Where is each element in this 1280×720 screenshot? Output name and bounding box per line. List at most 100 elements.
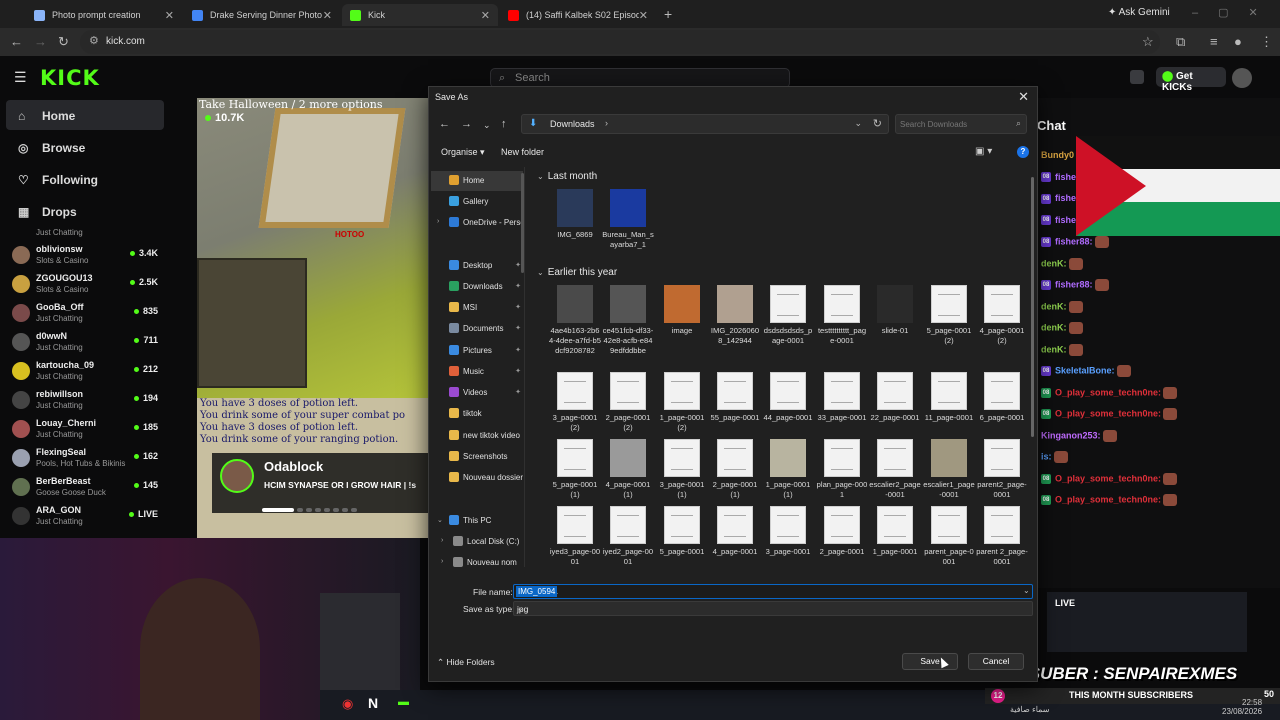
nav-pane-item[interactable]: tiktok [431,404,523,424]
file-name-dropdown-icon[interactable]: ⌄ [1023,586,1030,595]
file-item[interactable]: parent2_page-0001 [976,439,1028,509]
chat-username[interactable]: Kinganon253: [1041,430,1101,440]
dialog-close-icon[interactable]: ✕ [1018,89,1029,105]
user-avatar[interactable] [1232,68,1252,88]
nav-pane-item[interactable]: Gallery [431,192,523,212]
promo-carousel-dots[interactable] [262,501,382,512]
sidebar-item-browse[interactable]: ◎ Browse [6,132,164,162]
search-downloads-box[interactable]: ⌕ [895,114,1027,134]
app-terminal-icon[interactable]: ▬ [398,696,409,708]
chat-message[interactable]: denK: [1041,300,1083,313]
nav-pane-item[interactable]: Screenshots [431,447,523,467]
file-item[interactable]: 44_page-0001 [762,372,814,442]
chat-message[interactable]: denK: [1041,257,1083,270]
file-item[interactable]: iyed2_page-0001 [602,506,654,575]
app-icon[interactable]: ◉ [342,696,353,712]
file-name-input[interactable] [513,584,1033,599]
omnibox[interactable]: ⚙ kick.com [80,30,1160,54]
file-item[interactable]: 5_page-0001 (2) [923,285,975,355]
file-item[interactable]: IMG_20260608_142944 [709,285,761,355]
chat-message[interactable]: 08 fishe [1041,215,1076,226]
tab-close-icon[interactable]: ✕ [323,9,332,22]
file-item[interactable]: 2_page-0001 [816,506,868,575]
file-item[interactable]: 11_page-0001 [923,372,975,442]
tab-search-icon[interactable]: ≡ [1210,34,1218,49]
expand-chevron-icon[interactable]: › [437,218,439,225]
save-as-type-select[interactable]: jpg ⌄ [513,601,1033,616]
nav-pane-item[interactable]: Videos ✦ [431,383,523,403]
chat-message[interactable]: 08 fishe [1041,193,1076,204]
channel-item[interactable]: BerBerBeast Goose Goose Duck 145 [12,474,162,503]
view-options-icon[interactable]: ▣ ▾ [975,146,1001,159]
channel-item[interactable]: FlexingSeal Pools, Hot Tubs & Bikinis 162 [12,445,162,474]
channel-item[interactable]: GooBa_Off Just Chatting 835 [12,300,162,329]
nav-pane-item[interactable]: new tiktok video [431,426,523,446]
expand-chevron-icon[interactable]: › [441,558,443,565]
file-item[interactable]: 22_page-0001 [869,372,921,442]
file-item[interactable]: 6_page-0001 [976,372,1028,442]
file-item[interactable]: 4_page-0001 [709,506,761,575]
chat-username[interactable]: denK: [1041,258,1067,268]
channel-item[interactable]: ZGOUGOU13 Slots & Casino 2.5K [12,271,162,300]
nav-pane-scrollbar[interactable] [521,173,524,273]
file-item[interactable]: dsdsdsdsds_page-0001 [762,285,814,355]
file-item[interactable]: Bureau_Man_sayarba7_1 [602,189,654,259]
browser-tab[interactable]: Kick ✕ [342,4,498,26]
path-dropdown-icon[interactable]: ⌄ [854,118,862,129]
tab-close-icon[interactable]: ✕ [639,9,648,22]
file-item[interactable]: 33_page-0001 [816,372,868,442]
file-item[interactable]: iyed3_page-0001 [549,506,601,575]
file-item[interactable]: image [656,285,708,355]
channel-item[interactable]: rebiwillson Just Chatting 194 [12,387,162,416]
channel-item[interactable]: ARA_GON Just Chatting LIVE [12,503,162,532]
file-item[interactable]: 3_page-0001 (2) [549,372,601,442]
chat-message[interactable]: 08 fisher88: [1041,279,1109,291]
sidebar-item-drops[interactable]: ▦ Drops [6,196,164,226]
cancel-button[interactable]: Cancel [968,653,1024,670]
file-group-header[interactable]: ⌄ Last month [537,171,597,182]
file-list-scrollbar[interactable] [1031,177,1034,437]
nav-pane-item[interactable]: Desktop ✦ [431,256,523,276]
get-kicks-button[interactable]: ⬤ Get KICKs [1156,67,1226,93]
chat-message[interactable]: 08 fishe [1041,172,1076,183]
chat-username[interactable]: fishe [1055,172,1076,182]
browser-tab[interactable]: Photo prompt creation ✕ [26,4,182,26]
chat-message[interactable]: 08 fisher88: [1041,236,1109,248]
file-item[interactable]: 3_page-0001 [762,506,814,575]
file-item[interactable]: 55_page-0001 [709,372,761,442]
nav-pane-item[interactable]: Pictures ✦ [431,341,523,361]
nav-pane-item[interactable]: Nouveau dossier [431,468,523,488]
chat-username[interactable]: SkeletalBone: [1055,365,1115,375]
file-item[interactable]: 1_page-0001 (1) [762,439,814,509]
new-folder-button[interactable]: New folder [501,147,544,157]
bookmark-star-icon[interactable]: ☆ [1142,34,1154,50]
file-group-header[interactable]: ⌄ Earlier this year [537,267,617,278]
file-item[interactable]: 1_page-0001 (2) [656,372,708,442]
hide-folders-button[interactable]: ⌃ Hide Folders [437,657,495,668]
group-collapse-icon[interactable]: ⌄ [537,268,544,277]
browser-tab[interactable]: (14) Saffi Kalbek S02 Episode 0✕ [500,4,656,26]
chat-username[interactable]: denK: [1041,322,1067,332]
live-thumbnail[interactable]: LIVE [1047,592,1247,652]
nav-pane-item[interactable]: › OneDrive - Perso [431,213,523,233]
file-item[interactable]: parent_page-0001 [923,506,975,575]
search-downloads-input[interactable] [900,118,1012,131]
app-n-icon[interactable]: N [368,695,378,711]
back-arrow-icon[interactable]: ← [439,118,450,130]
browser-tab[interactable]: Drake Serving Dinner Photo Pr ✕ [184,4,340,26]
channel-item[interactable]: d0wwN Just Chatting 711 [12,329,162,358]
forward-arrow-icon[interactable]: → [34,34,47,49]
expand-chevron-icon[interactable]: ⌄ [437,516,443,524]
file-item[interactable]: 3_page-0001 (1) [656,439,708,509]
grid-icon[interactable] [1130,70,1144,84]
chat-username[interactable]: fishe [1055,193,1076,203]
nav-pane-item[interactable]: ⌄ This PC [431,511,523,531]
profile-icon[interactable]: ● [1234,34,1242,49]
chat-message[interactable]: 08 O_play_some_techn0ne: [1041,386,1178,399]
sidebar-item-following[interactable]: ♡ Following [6,164,164,194]
expand-chevron-icon[interactable]: › [441,537,443,544]
chat-username[interactable]: fisher88: [1055,236,1093,246]
chat-message[interactable]: is: [1041,451,1068,463]
kick-logo[interactable]: KICK [40,66,100,90]
chat-username[interactable]: O_play_some_techn0ne: [1055,408,1161,418]
